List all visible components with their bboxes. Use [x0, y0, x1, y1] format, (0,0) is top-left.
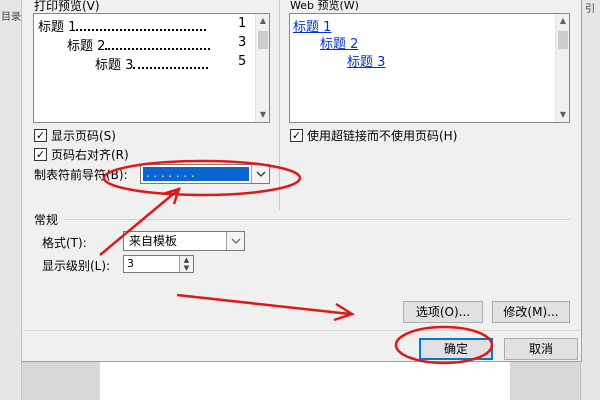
check-icon: ✓	[290, 129, 303, 142]
web-preview-scrollbar[interactable]: ▲ ▼	[555, 14, 569, 122]
web-preview-label: Web 预览(W)	[290, 0, 359, 12]
print-toc-entry-1: 标题 11	[38, 16, 247, 35]
chevron-down-icon[interactable]	[251, 165, 269, 183]
document-tab-label: 目录	[1, 12, 21, 23]
scroll-down-icon[interactable]: ▼	[556, 108, 569, 122]
document-right-margin: 引	[580, 0, 600, 400]
tab-leader-label: 制表符前导符(B):	[34, 168, 128, 182]
column-divider	[279, 0, 280, 210]
print-preview-label: 打印预览(V)	[34, 0, 100, 13]
modify-button[interactable]: 修改(M)...	[492, 301, 570, 323]
check-icon: ✓	[34, 129, 47, 142]
format-value: 来自模板	[129, 234, 178, 248]
format-label: 格式(T):	[42, 236, 87, 250]
scroll-thumb[interactable]	[558, 31, 568, 49]
print-preview-box[interactable]: 标题 11 标题 23 标题 35 ▲ ▼	[33, 13, 270, 123]
print-toc-entry-2: 标题 23	[67, 35, 247, 54]
web-toc-link-3[interactable]: 标题 3	[347, 51, 385, 70]
scroll-up-icon[interactable]: ▲	[556, 14, 569, 28]
show-page-numbers-checkbox[interactable]: ✓ 显示页码(S)	[34, 127, 116, 144]
general-section-label: 常规	[34, 213, 59, 227]
levels-spinner[interactable]: 3 ▲ ▼	[123, 255, 194, 273]
document-tab-label-right: 引	[585, 4, 595, 15]
ok-button[interactable]: 确定	[419, 338, 493, 360]
tab-leader-select[interactable]: .......	[140, 164, 270, 184]
spin-up-icon[interactable]: ▲	[180, 256, 193, 264]
general-divider	[64, 219, 570, 220]
levels-label: 显示级别(L):	[42, 259, 111, 273]
levels-spinner-buttons[interactable]: ▲ ▼	[179, 256, 193, 272]
web-preview-box[interactable]: 标题 1 标题 2 标题 3 ▲ ▼	[289, 13, 570, 123]
use-hyperlinks-checkbox[interactable]: ✓ 使用超链接而不使用页码(H)	[290, 127, 457, 144]
check-icon: ✓	[34, 148, 47, 161]
scroll-down-icon[interactable]: ▼	[256, 108, 269, 122]
cancel-button[interactable]: 取消	[504, 338, 578, 360]
scroll-up-icon[interactable]: ▲	[256, 14, 269, 28]
levels-value[interactable]: 3	[127, 257, 134, 270]
scroll-thumb[interactable]	[258, 31, 268, 49]
format-select[interactable]: 来自模板	[123, 231, 245, 251]
chevron-down-icon[interactable]	[226, 232, 244, 250]
right-align-checkbox[interactable]: ✓ 页码右对齐(R)	[34, 146, 129, 163]
tab-leader-value: .......	[143, 167, 249, 181]
spin-down-icon[interactable]: ▼	[180, 264, 193, 272]
options-button[interactable]: 选项(O)...	[403, 301, 483, 323]
document-page	[100, 360, 510, 400]
print-preview-scrollbar[interactable]: ▲ ▼	[255, 14, 269, 122]
button-divider	[22, 330, 581, 331]
toc-dialog: 打印预览(V) 标题 11 标题 23 标题 35 ▲ ▼ Web 预览(W) …	[22, 0, 582, 362]
print-toc-entry-3: 标题 35	[95, 54, 247, 73]
web-toc-link-2[interactable]: 标题 2	[320, 33, 358, 52]
document-left-margin: 目录	[0, 0, 22, 400]
